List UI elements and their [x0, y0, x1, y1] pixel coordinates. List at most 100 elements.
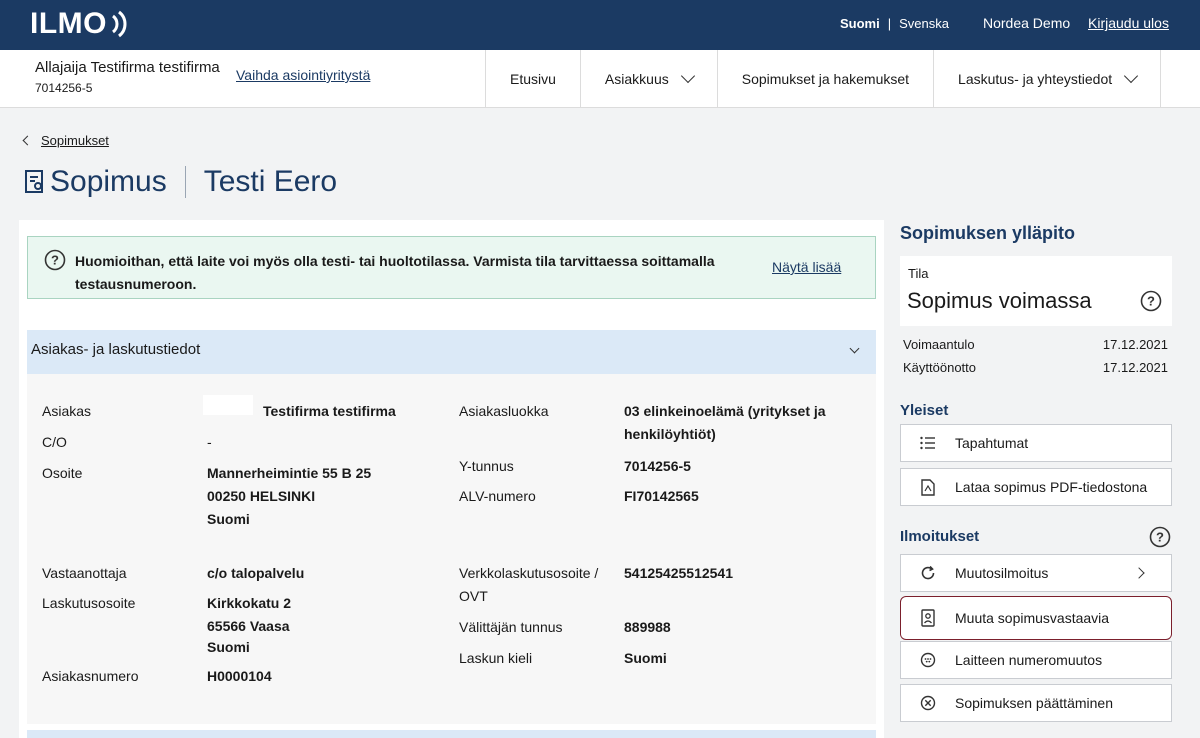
label-asiakas: Asiakas [42, 403, 92, 419]
value-verkkolaskutusosoite: 54125425512541 [624, 565, 734, 581]
nav-asiakkuus[interactable]: Asiakkuus [579, 50, 717, 107]
nav-etusivu[interactable]: Etusivu [485, 50, 580, 107]
value-laskutusosoite-3: Suomi [207, 639, 250, 655]
events-button[interactable]: Tapahtumat [900, 424, 1172, 462]
close-icon-wrap [901, 695, 955, 711]
date-value: 17.12.2021 [1102, 360, 1168, 375]
terminate-contract-button[interactable]: Sopimuksen päättäminen [900, 684, 1172, 722]
help-icon[interactable]: ? [1140, 290, 1162, 312]
label-y-tunnus: Y-tunnus [459, 458, 514, 474]
date-row-kayttoonotto: Käyttöönotto 17.12.2021 [903, 360, 1168, 375]
pdf-file-icon [921, 478, 935, 496]
logout-link[interactable]: Kirjaudu ulos [1088, 15, 1169, 31]
label-asiakasluokka: Asiakasluokka [459, 403, 549, 419]
status-card: Tila Sopimus voimassa ? [900, 256, 1172, 326]
close-circle-icon [920, 695, 936, 711]
title-main: Sopimus [50, 165, 167, 198]
chevron-down-icon [1124, 68, 1139, 83]
value-asiakasluokka-1: 03 elinkeinoelämä (yritykset ja [624, 403, 826, 419]
status-value: Sopimus voimassa [907, 288, 1092, 313]
change-notice-button[interactable]: Muutosilmoitus [900, 554, 1172, 592]
button-label: Laitteen numeromuutos [955, 652, 1103, 668]
dial-icon-wrap [901, 652, 955, 668]
value-asiakasnumero: H0000104 [207, 668, 272, 684]
language-switcher: Suomi | Svenska [840, 16, 949, 31]
value-alv-numero: FI70142565 [624, 488, 699, 504]
label-co: C/O [42, 434, 67, 450]
lang-separator: | [887, 16, 892, 31]
status-label: Tila [908, 266, 929, 281]
change-company-link[interactable]: Vaihda asiointiyritystä [236, 67, 370, 83]
button-label: Muutosilmoitus [955, 565, 1049, 581]
value-asiakas: Testifirma testifirma [263, 403, 396, 419]
general-group-title: Yleiset [900, 402, 949, 419]
svg-text:?: ? [1156, 530, 1164, 545]
date-value: 17.12.2021 [1102, 337, 1168, 352]
breadcrumb: Sopimukset [22, 133, 109, 148]
date-row-voimaantulo: Voimaantulo 17.12.2021 [903, 337, 1168, 352]
value-valittajan-tunnus: 889988 [624, 619, 671, 635]
lang-suomi[interactable]: Suomi [840, 16, 880, 31]
label-asiakasnumero: Asiakasnumero [42, 668, 139, 684]
pdf-icon-wrap [901, 478, 955, 496]
nav-laskutus[interactable]: Laskutus- ja yhteystiedot [933, 50, 1162, 107]
value-vastaanottaja: c/o talopalvelu [207, 565, 305, 581]
notices-group-title: Ilmoitukset [900, 528, 980, 545]
value-laskutusosoite-2: 65566 Vaasa [207, 618, 290, 634]
download-pdf-button[interactable]: Lataa sopimus PDF-tiedostona [900, 468, 1172, 506]
value-osoite-2: 00250 HELSINKI [207, 488, 316, 504]
main-nav: Etusivu Asiakkuus Sopimukset ja hakemuks… [485, 50, 1162, 107]
breadcrumb-sopimukset[interactable]: Sopimukset [41, 133, 109, 148]
top-bar: ILMO Suomi | Svenska Nordea Demo Kirjaud… [0, 0, 1200, 50]
svg-text:?: ? [1147, 294, 1155, 309]
chevron-left-icon [22, 135, 33, 146]
value-co: - [207, 434, 212, 450]
ilmo-logo[interactable]: ILMO [30, 6, 129, 42]
section-title: Asiakas- ja laskutustiedot [31, 341, 201, 358]
contract-document-icon [25, 170, 43, 193]
nav-label: Asiakkuus [604, 70, 669, 87]
value-asiakasluokka-2: henkilöyhtiöt) [624, 426, 716, 442]
refresh-icon-wrap [901, 565, 955, 581]
title-sub: Testi Eero [203, 165, 338, 198]
label-osoite: Osoite [42, 465, 83, 481]
redacted-area [203, 395, 253, 415]
button-label: Sopimuksen päättäminen [955, 695, 1113, 711]
notice-text: Huomioithan, että laite voi myös olla te… [75, 253, 715, 292]
value-osoite-3: Suomi [207, 511, 250, 527]
company-nav-bar: Allajaija Testifirma testifirma 7014256-… [0, 50, 1200, 108]
dial-icon [920, 652, 936, 668]
date-label: Voimaantulo [903, 337, 975, 352]
company-id: 7014256-5 [35, 81, 93, 95]
label-vastaanottaja: Vastaanottaja [42, 565, 127, 581]
label-laskun-kieli: Laskun kieli [459, 650, 533, 666]
nav-label: Etusivu [510, 70, 556, 87]
refresh-icon [921, 565, 935, 580]
list-icon [920, 436, 935, 450]
lang-svenska[interactable]: Svenska [899, 16, 949, 31]
next-section-header[interactable] [27, 730, 876, 738]
sidebar-title: Sopimuksen ylläpito [900, 223, 1076, 243]
value-osoite-1: Mannerheimintie 55 B 25 [207, 465, 372, 481]
list-icon-wrap [901, 436, 955, 450]
svg-text:?: ? [51, 253, 59, 268]
date-label: Käyttöönotto [903, 360, 976, 375]
signal-icon [111, 10, 127, 38]
value-y-tunnus: 7014256-5 [624, 458, 691, 474]
button-label: Lataa sopimus PDF-tiedostona [955, 479, 1148, 495]
section-header-customer-billing[interactable]: Asiakas- ja laskutustiedot [27, 330, 876, 374]
nav-sopimukset[interactable]: Sopimukset ja hakemukset [716, 50, 933, 107]
chevron-down-icon [680, 68, 695, 83]
user-name: Nordea Demo [983, 15, 1071, 31]
title-divider [184, 166, 186, 198]
company-name: Allajaija Testifirma testifirma [35, 59, 220, 76]
show-more-link[interactable]: Näytä lisää [772, 259, 841, 275]
device-number-change-button[interactable]: Laitteen numeromuutos [900, 641, 1172, 679]
change-contract-persons-button[interactable]: Muuta sopimusvastaavia [900, 596, 1172, 640]
page-title: Sopimus Testi Eero [24, 165, 337, 199]
help-icon[interactable]: ? [1149, 526, 1171, 548]
section-body: Asiakas Testifirma testifirma C/O - Osoi… [27, 374, 876, 724]
question-icon: ? [44, 249, 66, 271]
badge-icon-wrap [901, 609, 955, 627]
button-label: Tapahtumat [955, 435, 1029, 451]
